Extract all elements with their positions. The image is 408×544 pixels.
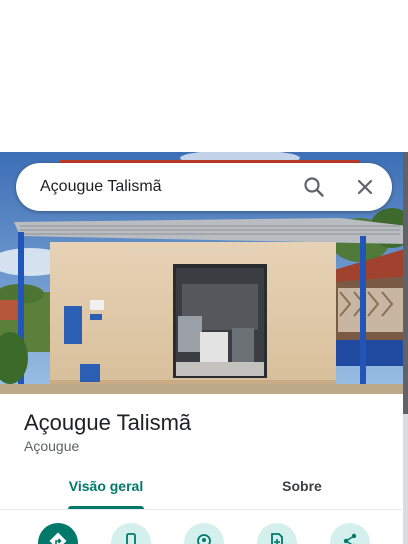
place-title: Açougue Talismã [24,410,192,435]
tab-overview[interactable]: Visão geral [60,467,152,509]
tab-overview-label: Visão geral [68,478,144,494]
search-query[interactable]: Açougue Talismã [40,177,162,197]
search-icon[interactable] [302,175,326,199]
place-category[interactable]: Açougue [24,437,79,455]
directions-button[interactable] [38,523,78,544]
close-icon[interactable] [353,175,377,199]
tab-about[interactable]: Sobre [262,467,342,509]
tab-bar: Visão geral Sobre [0,467,402,510]
save-icon [268,532,286,544]
call-button[interactable] [111,523,151,544]
share-icon [341,532,359,544]
tab-selected-indicator [68,506,144,509]
map-pin-icon [195,532,213,544]
directions-icon [48,531,68,544]
search-bar[interactable]: Açougue Talismã [16,163,392,211]
scrollbar[interactable] [403,152,408,544]
share-button[interactable] [330,523,370,544]
save-button[interactable] [257,523,297,544]
phone-icon [122,532,140,544]
scrollbar-thumb[interactable] [403,152,408,414]
nearby-button[interactable] [184,523,224,544]
tab-about-label: Sobre [282,478,322,494]
place-details-screen: Açougue Talismã Açougue Talismã Açougue … [0,0,408,544]
